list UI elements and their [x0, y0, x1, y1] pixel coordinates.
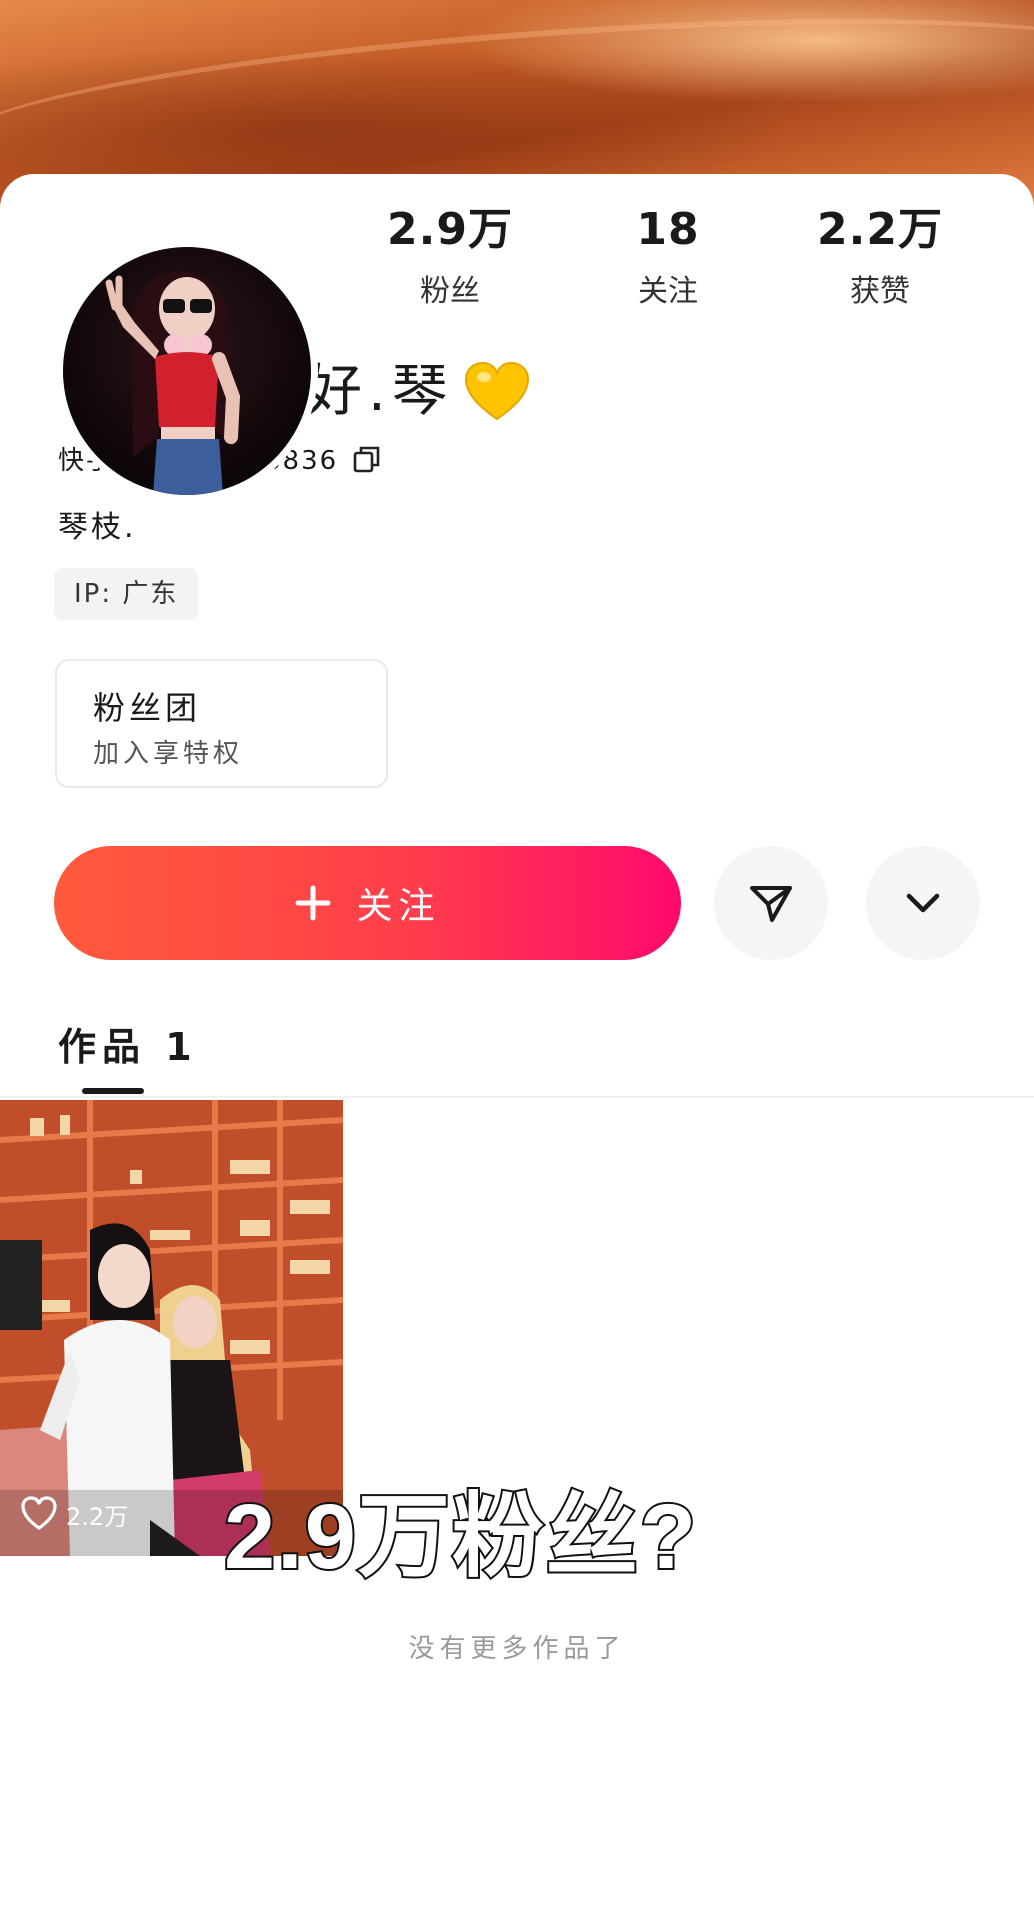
- plus-icon: [295, 885, 331, 921]
- stat-label: 粉丝: [420, 274, 480, 309]
- stat-value: 18: [636, 204, 700, 255]
- stat-value: 2.9万: [387, 204, 513, 255]
- ip-location-badge: IP: 广东: [54, 568, 199, 620]
- copy-icon[interactable]: [352, 444, 382, 474]
- stat-likes[interactable]: 2.2万 获赞: [790, 204, 970, 310]
- stat-followers[interactable]: 2.9万 粉丝: [360, 204, 540, 310]
- overlay-caption: 2.9万粉丝?: [222, 1484, 699, 1590]
- tab-works[interactable]: 作品 1: [58, 1016, 198, 1071]
- stat-value: 2.2万: [817, 204, 943, 255]
- no-more-works-text: 没有更多作品了: [408, 1634, 626, 1664]
- stat-label: 获赞: [850, 274, 910, 309]
- follow-button[interactable]: 关注: [54, 846, 681, 960]
- follow-button-label: 关注: [356, 886, 441, 927]
- avatar-image: [63, 247, 311, 495]
- fan-club-card[interactable]: 粉丝团 加入享特权: [55, 659, 388, 788]
- tab-active-indicator: [82, 1088, 144, 1094]
- stat-label: 关注: [638, 274, 698, 309]
- heart-outline-icon: [21, 1496, 57, 1530]
- paper-plane-icon: [750, 886, 792, 922]
- tab-divider: [0, 1096, 1034, 1098]
- avatar[interactable]: [56, 240, 318, 502]
- profile-bio: 琴枝.: [58, 510, 137, 545]
- yellow-heart-icon: [464, 361, 529, 421]
- work-likes: 2.2万: [20, 1496, 128, 1532]
- more-options-button[interactable]: [866, 846, 980, 960]
- send-message-button[interactable]: [714, 846, 828, 960]
- chevron-down-icon: [906, 893, 940, 913]
- stat-following[interactable]: 18 关注: [578, 204, 758, 310]
- work-likes-count: 2.2万: [66, 1502, 129, 1531]
- fan-club-subtitle: 加入享特权: [93, 739, 244, 769]
- fan-club-title: 粉丝团: [93, 689, 202, 727]
